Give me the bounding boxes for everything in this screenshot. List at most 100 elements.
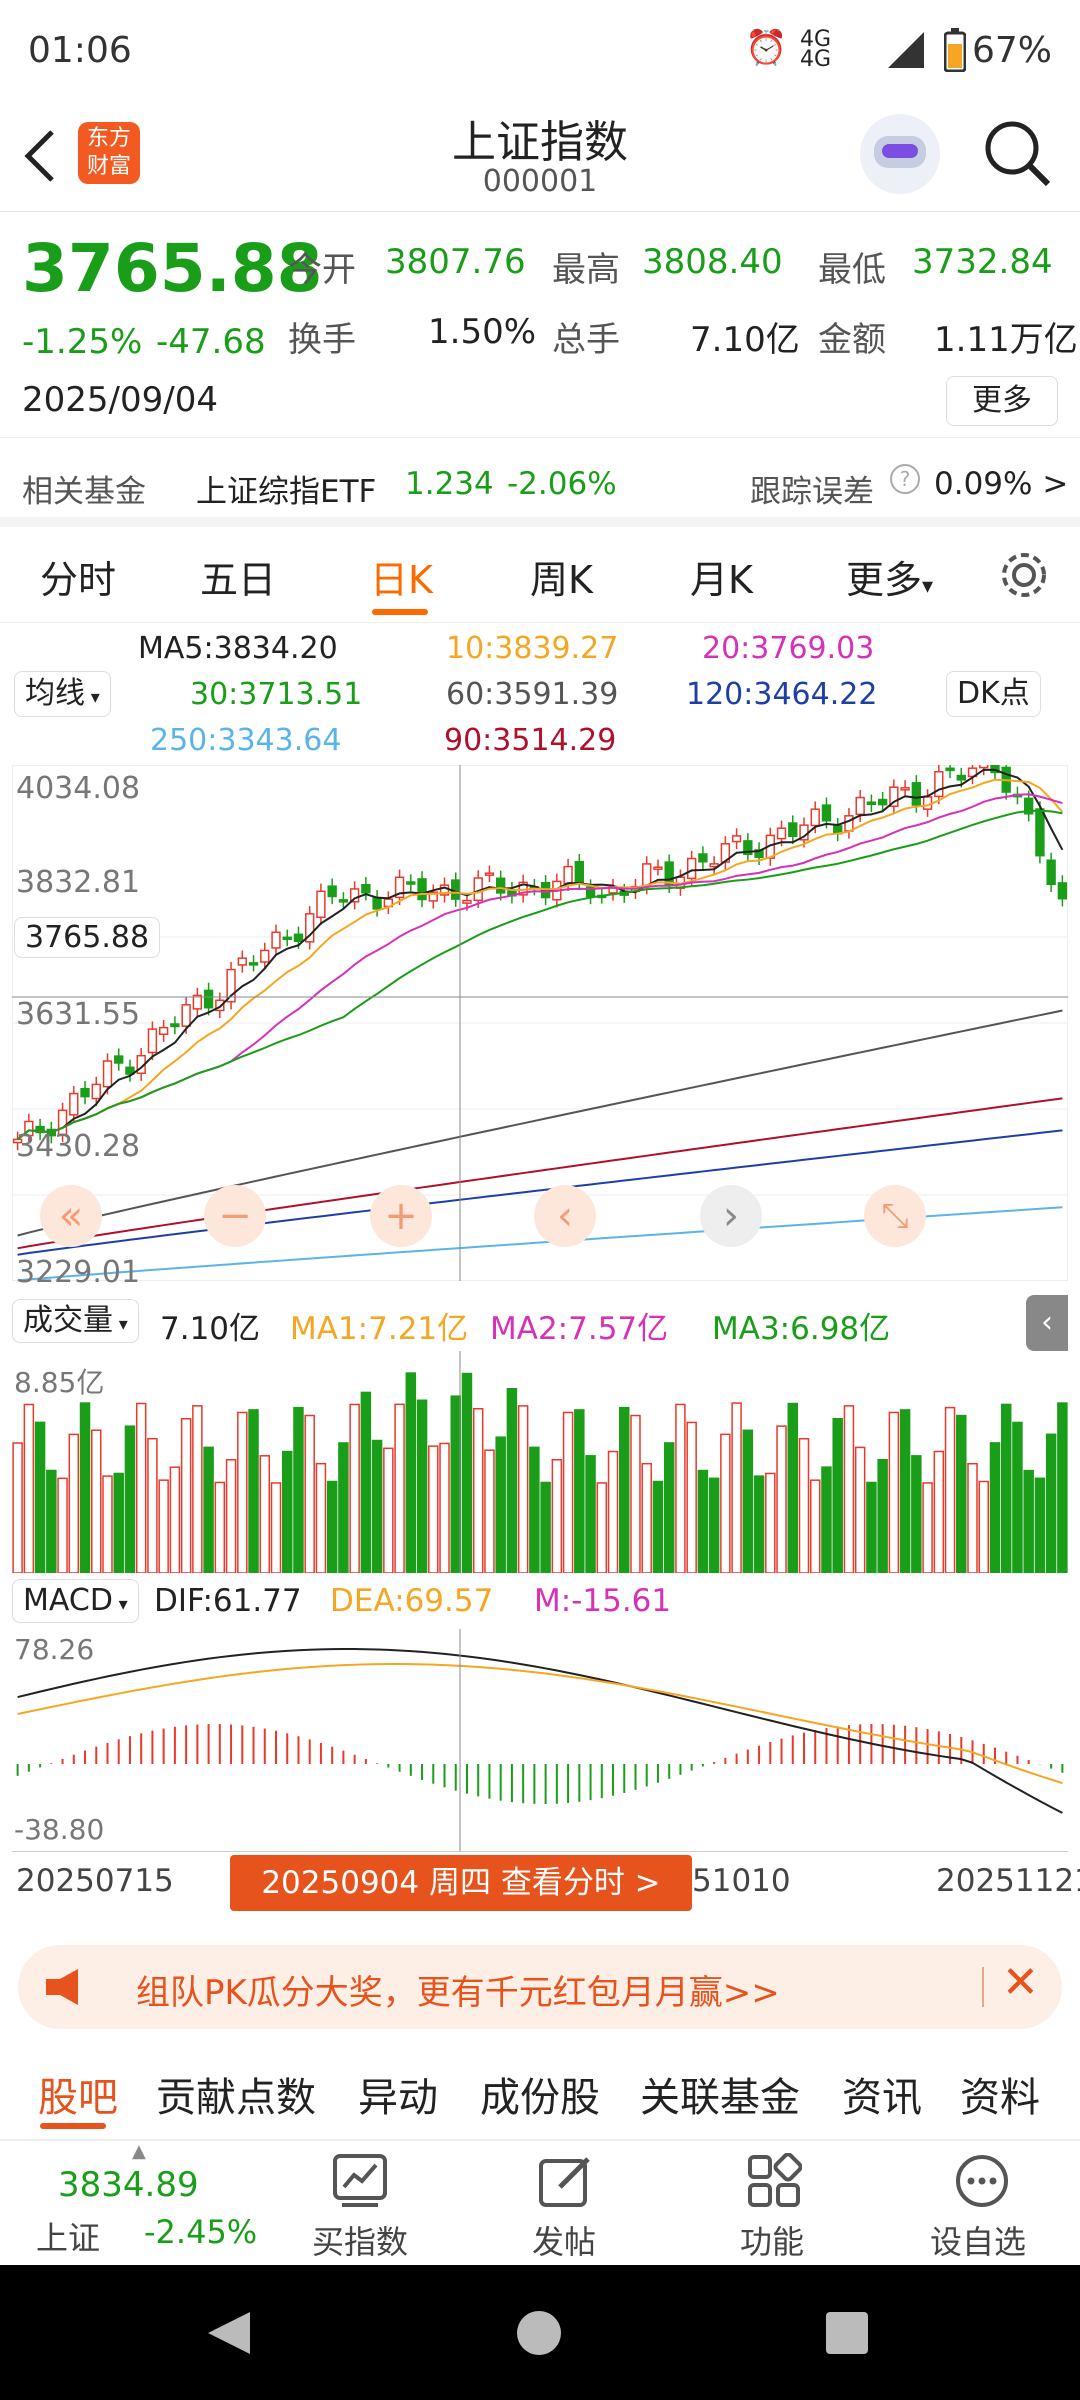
ma-selector[interactable]: 均线 ▾ xyxy=(14,671,111,717)
fund-change: -2.06% xyxy=(507,466,617,502)
tab-anomaly[interactable]: 异动 xyxy=(358,2065,438,2123)
help-icon[interactable]: ? xyxy=(890,464,920,494)
buy-index-button[interactable]: 买指数 xyxy=(300,2141,420,2266)
kline-chart-area[interactable]: MA5:3834.20 10:3839.27 20:3769.03 均线 ▾ 3… xyxy=(0,623,1080,1923)
volume-bar xyxy=(652,1480,664,1573)
tab-related-funds[interactable]: 关联基金 xyxy=(640,2065,800,2123)
volume-bar xyxy=(281,1450,293,1573)
candle-body xyxy=(147,1028,158,1054)
more-dots-icon xyxy=(956,2155,1008,2207)
volume-bar xyxy=(158,1479,169,1573)
volume-bar xyxy=(540,1481,551,1573)
tracking-error-value[interactable]: 0.09% > xyxy=(934,466,1068,502)
back-nav-icon[interactable] xyxy=(206,2310,252,2356)
megaphone-icon xyxy=(46,1969,78,2005)
buy-index-label: 买指数 xyxy=(312,2223,409,2261)
search-icon[interactable] xyxy=(982,118,1052,188)
next-icon[interactable]: › xyxy=(700,1185,762,1247)
tab-news[interactable]: 资讯 xyxy=(842,2065,922,2123)
zoom-out-icon[interactable]: − xyxy=(204,1185,266,1247)
candle-body xyxy=(1046,859,1056,886)
low-label: 最低 xyxy=(818,250,886,290)
rewind-icon[interactable]: « xyxy=(40,1185,102,1247)
tracking-error-label: 跟踪误差 xyxy=(750,474,874,510)
fullscreen-icon[interactable]: ⤡ xyxy=(864,1185,926,1247)
more-button[interactable]: 更多 xyxy=(946,376,1058,426)
close-icon[interactable]: ✕ xyxy=(1002,1957,1039,2008)
back-icon[interactable] xyxy=(22,128,58,184)
add-watchlist-button[interactable]: 设自选 xyxy=(918,2141,1048,2266)
index-ticker[interactable]: ▲ 3834.89 上证 -2.45% xyxy=(20,2141,260,2266)
tab-more[interactable]: 更多▾ xyxy=(846,549,933,604)
axis-level-3: 3631.55 xyxy=(16,997,141,1032)
tab-guba[interactable]: 股吧 xyxy=(38,2065,118,2123)
functions-button[interactable]: 功能 xyxy=(718,2141,828,2266)
candle-body xyxy=(327,885,337,898)
collapse-panel-icon[interactable]: ‹ xyxy=(1026,1295,1068,1351)
volume-bar xyxy=(180,1418,192,1573)
volume-bar xyxy=(562,1411,574,1573)
zoom-in-icon[interactable]: + xyxy=(370,1185,432,1247)
candle-body xyxy=(417,878,427,901)
view-intraday-tooltip[interactable]: 20250904 周四 查看分时 > xyxy=(230,1855,692,1911)
candle-body xyxy=(170,1023,180,1028)
ticker-pct: -2.45% xyxy=(144,2213,258,2251)
tab-weekly-k[interactable]: 周K xyxy=(530,549,593,604)
macd-selector[interactable]: MACD ▾ xyxy=(12,1579,139,1623)
promo-banner[interactable]: 组队PK瓜分大奖，更有千元红包月月赢>> ✕ xyxy=(18,1945,1062,2029)
change-percent: -1.25% xyxy=(22,322,143,362)
fund-price: 1.234 xyxy=(405,466,494,502)
volume-value: 7.10亿 xyxy=(690,320,800,360)
previous-icon[interactable]: ‹ xyxy=(534,1185,596,1247)
ticker-name: 上证 xyxy=(36,2219,101,2257)
tab-daily-k[interactable]: 日K xyxy=(370,549,433,604)
candle-body xyxy=(69,1092,79,1116)
tab-constituents[interactable]: 成份股 xyxy=(480,2065,600,2123)
tab-contribution[interactable]: 贡献点数 xyxy=(156,2065,316,2123)
alarm-icon: ⏰ xyxy=(745,28,788,68)
tab-profile[interactable]: 资料 xyxy=(960,2065,1040,2123)
candle-body xyxy=(451,879,461,900)
volume-bar xyxy=(517,1405,529,1573)
post-button[interactable]: 发帖 xyxy=(510,2141,620,2266)
tab-five-day[interactable]: 五日 xyxy=(200,549,276,604)
robot-assistant-icon[interactable] xyxy=(860,114,940,194)
tab-intraday[interactable]: 分时 xyxy=(40,549,116,604)
volume-bar xyxy=(765,1472,776,1573)
volume-selector[interactable]: 成交量 ▾ xyxy=(12,1299,139,1343)
recents-nav-icon[interactable] xyxy=(826,2312,868,2354)
volume-bar xyxy=(1045,1433,1057,1573)
volume-bar xyxy=(832,1417,843,1573)
volume-bar xyxy=(854,1446,866,1573)
volume-canvas[interactable] xyxy=(12,1351,1068,1573)
home-nav-icon[interactable] xyxy=(516,2310,562,2356)
fund-name[interactable]: 上证综指ETF xyxy=(196,466,376,511)
volume-bar xyxy=(439,1442,450,1573)
high-value: 3808.40 xyxy=(642,242,783,282)
volume-bar xyxy=(192,1405,203,1573)
volume-bar xyxy=(79,1402,91,1573)
status-bar: 01:06 ⏰ 4G 4G 67% xyxy=(0,0,1080,100)
volume-axis-top: 8.85亿 xyxy=(14,1366,105,1399)
volume-bar xyxy=(697,1469,709,1573)
dropdown-icon: ▾ xyxy=(85,687,100,708)
candle-body xyxy=(821,804,832,822)
chart-tabs: 分时 五日 日K 周K 月K 更多▾ xyxy=(0,527,1080,623)
volume-bar xyxy=(259,1455,271,1573)
settings-gear-icon[interactable] xyxy=(998,549,1050,601)
volume-bar xyxy=(1012,1421,1023,1573)
app-logo: 东方 财富 xyxy=(78,122,140,184)
date-start: 20250715 xyxy=(16,1863,174,1899)
volume-bar xyxy=(686,1421,697,1573)
related-fund-row[interactable]: 相关基金 上证综指ETF 1.234 -2.06% 跟踪误差 ? 0.09% > xyxy=(0,437,1080,527)
volume-bar xyxy=(68,1433,80,1573)
network-icon: 4G 4G xyxy=(800,27,832,72)
volume-bar xyxy=(23,1403,35,1573)
candle-body xyxy=(866,801,877,806)
volume-bar xyxy=(349,1403,360,1573)
macd-canvas[interactable] xyxy=(12,1629,1068,1851)
candle-body xyxy=(563,865,573,885)
edit-icon xyxy=(539,2157,590,2207)
tab-monthly-k[interactable]: 月K xyxy=(690,549,753,604)
dk-point-button[interactable]: DK点 xyxy=(946,671,1041,717)
